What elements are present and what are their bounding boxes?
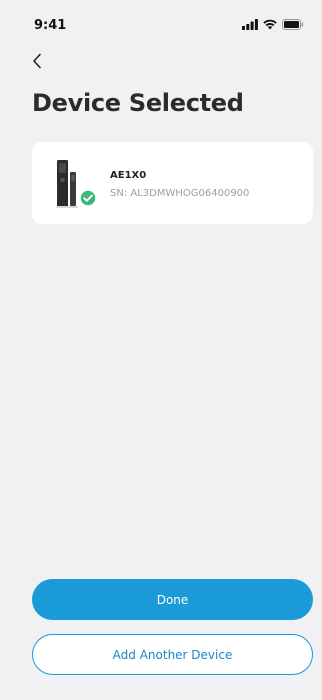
- signal-icon: [242, 19, 258, 30]
- page-title: Device Selected: [32, 89, 244, 117]
- device-name: AE1X0: [110, 170, 147, 181]
- back-button[interactable]: [26, 50, 48, 72]
- add-another-device-button[interactable]: Add Another Device: [32, 634, 313, 675]
- battery-icon: [282, 19, 304, 30]
- device-image: [56, 160, 97, 208]
- status-time: 9:41: [34, 18, 67, 33]
- done-button[interactable]: Done: [32, 579, 313, 620]
- status-bar: 9:41: [0, 0, 322, 44]
- wifi-icon: [263, 19, 277, 30]
- check-circle-icon: [79, 189, 97, 207]
- device-selected-screen: 9:41 Device Selected AE1X0 SN: AL3DMWHOG…: [0, 0, 322, 700]
- device-card[interactable]: AE1X0 SN: AL3DMWHOG06400900: [32, 142, 313, 224]
- chevron-left-icon: [33, 53, 41, 69]
- device-serial-number: SN: AL3DMWHOG06400900: [110, 188, 250, 199]
- status-icons: [242, 19, 304, 30]
